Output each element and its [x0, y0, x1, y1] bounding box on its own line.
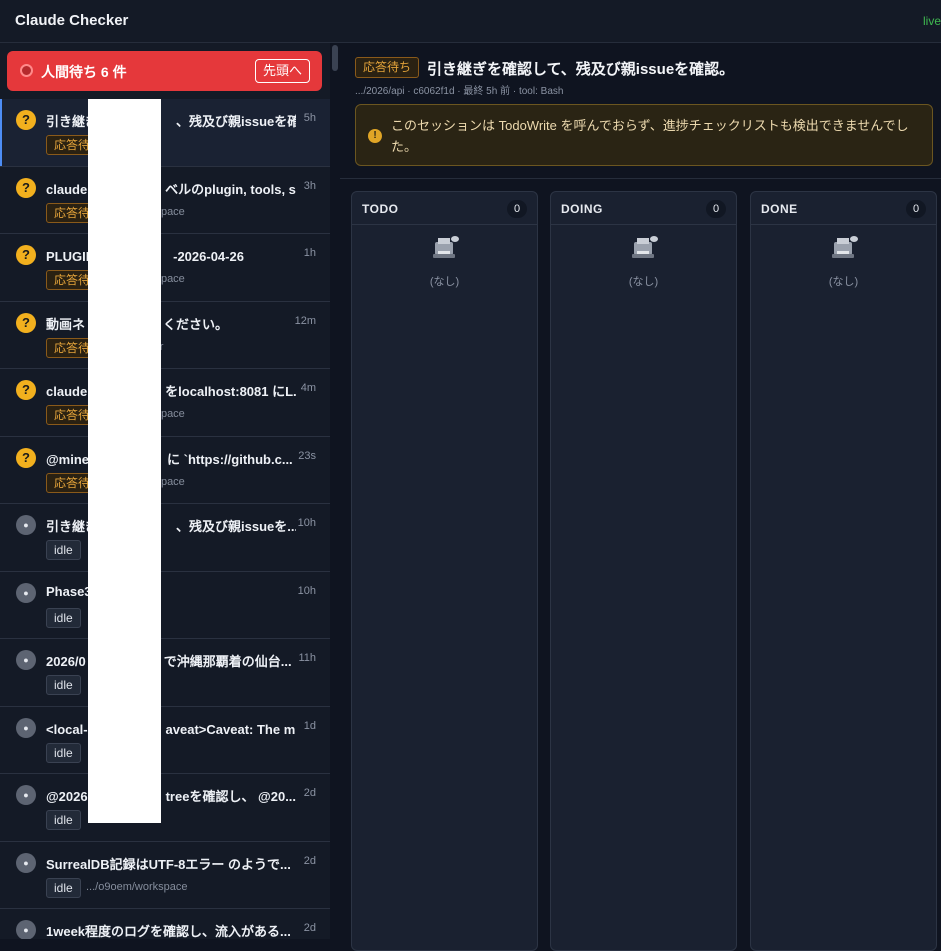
empty-printer-icon [831, 236, 858, 258]
idle-dot-icon: ● [16, 515, 36, 535]
column-header: DONE 0 [751, 192, 936, 225]
session-title: 1week程度のログを確認し、流入がある... [46, 924, 291, 939]
idle-dot-icon: ● [16, 852, 36, 873]
detail-status-badge: 応答待ち [355, 57, 420, 78]
idle-dot-icon: ● [16, 785, 36, 805]
question-icon: ? [16, 110, 36, 130]
live-status: live [922, 14, 941, 28]
column-header: DOING 0 [551, 192, 736, 225]
session-title: 2026/0 で沖縄那覇着の仙台... [46, 654, 292, 669]
session-title: PLUGIN -2026-04-26 [46, 249, 244, 264]
session-item[interactable]: ?@mine に `https://github.c...23s応答待ち.../… [0, 436, 330, 504]
session-status-badge: idle [46, 810, 81, 830]
session-detail-header: 応答待ち 引き継ぎを確認して、残及び親issueを確認。 .../2026/ap… [340, 43, 941, 179]
column-todo: TODO 0 (なし) [351, 191, 538, 951]
session-item[interactable]: ?引き継ぎ 、残及び親issueを確...5h応答待ち...api [0, 99, 330, 167]
warning-icon: ! [368, 129, 382, 143]
session-time: 1d [303, 719, 316, 732]
session-title: claude ベルのplugin, tools, s... [46, 181, 296, 197]
session-time: 2d [303, 922, 316, 934]
empty-text: (なし) [429, 276, 460, 288]
session-time: 12m [294, 314, 316, 327]
session-time: 1h [303, 247, 316, 259]
session-title: claude をlocalhost:8081 にL... [46, 384, 296, 399]
question-icon: ? [16, 380, 36, 400]
column-count: 0 [706, 200, 726, 218]
session-time: 3h [303, 179, 316, 192]
session-title: 引き継ぎ 、残及び親issueを... [46, 519, 296, 534]
idle-dot-icon: ● [16, 920, 36, 939]
session-time: 2d [303, 787, 316, 799]
column-title: DOING [561, 202, 603, 216]
column-done: DONE 0 (なし) [750, 191, 937, 951]
warning-text: このセッションは TodoWrite を呼んでおらず、進捗チェックリストも検出で… [391, 118, 909, 154]
session-title: @mine に `https://github.c... [46, 451, 293, 467]
detail-meta: .../2026/api · c6062f1d · 最終 5h 前 · tool… [355, 86, 564, 97]
session-item[interactable]: ●1week程度のログを確認し、流入がある...2didle [0, 909, 330, 939]
session-title: <local- aveat>Caveat: The m... [46, 721, 296, 737]
waiting-banner: 人間待ち 6 件 先頭へ [7, 51, 322, 91]
session-time: 2d [303, 854, 316, 867]
scrollbar-thumb[interactable] [332, 45, 338, 71]
session-item[interactable]: ● <local- aveat>Caveat: The m... 1d idle [0, 706, 330, 774]
session-item[interactable]: ● Phase3 10h idle [0, 571, 330, 639]
waiting-count: 人間待ち 6 件 [41, 64, 127, 80]
session-title: SurrealDB記録はUTF-8エラー のようで... [46, 856, 291, 872]
session-sidebar: 人間待ち 6 件 先頭へ ? 引き継ぎ 、残及び親issueを確... 5h 応答待ち… [0, 43, 330, 939]
session-time: 11h [298, 652, 316, 664]
empty-printer-icon [631, 236, 658, 258]
redaction-block [88, 99, 161, 823]
column-header: TODO 0 [352, 192, 537, 225]
session-item[interactable]: ?claude をlocalhost:8081 にL...4m応答待ち.../w… [0, 369, 330, 437]
session-time: 10h [297, 584, 316, 597]
session-path: .../o9oem/workspace [86, 880, 188, 893]
session-item[interactable]: ● 引き継ぎ 、残及び親issueを... 10h idle [0, 504, 330, 572]
jump-to-top-button[interactable]: 先頭へ [254, 59, 310, 83]
question-icon: ? [16, 177, 36, 198]
session-time: 10h [297, 517, 316, 529]
session-status-badge: idle [46, 540, 81, 560]
session-item[interactable]: ?claude ベルのplugin, tools, s...3h応答待ち.../… [0, 166, 330, 234]
session-time: 5h [303, 112, 316, 124]
alert-icon [20, 64, 33, 77]
kanban-board: TODO 0 (なし) DOING 0 (なし) DONE 0 (なし) [340, 180, 941, 951]
column-title: TODO [362, 202, 399, 216]
question-icon: ? [16, 312, 36, 333]
session-status-badge: idle [46, 742, 81, 763]
column-title: DONE [761, 202, 798, 216]
session-item[interactable]: ?動画ネ ください。12m応答待ち.../printer [0, 301, 330, 369]
empty-text: (なし) [828, 276, 859, 288]
empty-printer-icon [432, 236, 459, 258]
session-time: 23s [298, 449, 316, 462]
detail-title: 引き継ぎを確認して、残及び親issueを確認。 [427, 61, 735, 78]
session-item[interactable]: ● 2026/0 で沖縄那覇着の仙台... 11h idle [0, 639, 330, 707]
question-icon: ? [16, 447, 36, 468]
column-count: 0 [507, 200, 527, 218]
session-item[interactable]: ● SurrealDB記録はUTF-8エラー のようで... 2d idle .../o… [0, 841, 330, 909]
todo-warning: ! このセッションは TodoWrite を呼んでおらず、進捗チェックリストも検… [355, 104, 933, 166]
session-title: 動画ネ ください。 [46, 316, 229, 332]
session-list: ?引き継ぎ 、残及び親issueを確...5h応答待ち...api?claude… [0, 99, 330, 939]
session-title: @2026 treeを確認し、 @20... [46, 789, 296, 804]
top-bar: Claude Checker live [0, 0, 941, 43]
session-status-badge: idle [46, 607, 81, 628]
session-title: Phase3 [46, 583, 92, 599]
session-status-badge: idle [46, 877, 81, 898]
idle-dot-icon: ● [16, 717, 36, 738]
session-title: 引き継ぎ 、残及び親issueを確... [46, 114, 296, 129]
sidebar-scrollbar[interactable] [331, 43, 339, 939]
column-count: 0 [906, 200, 926, 218]
session-item[interactable]: ● @2026 treeを確認し、 @20... 2d idle [0, 774, 330, 842]
session-time: 4m [300, 382, 316, 394]
empty-text: (なし) [628, 276, 659, 288]
session-item[interactable]: ?PLUGIN -2026-04-261h応答待ち.../workspace [0, 234, 330, 302]
column-doing: DOING 0 (なし) [550, 191, 737, 951]
app-title: Claude Checker [15, 12, 129, 29]
idle-dot-icon: ● [16, 582, 36, 603]
session-status-badge: idle [46, 675, 81, 695]
question-icon: ? [16, 245, 36, 265]
idle-dot-icon: ● [16, 650, 36, 670]
